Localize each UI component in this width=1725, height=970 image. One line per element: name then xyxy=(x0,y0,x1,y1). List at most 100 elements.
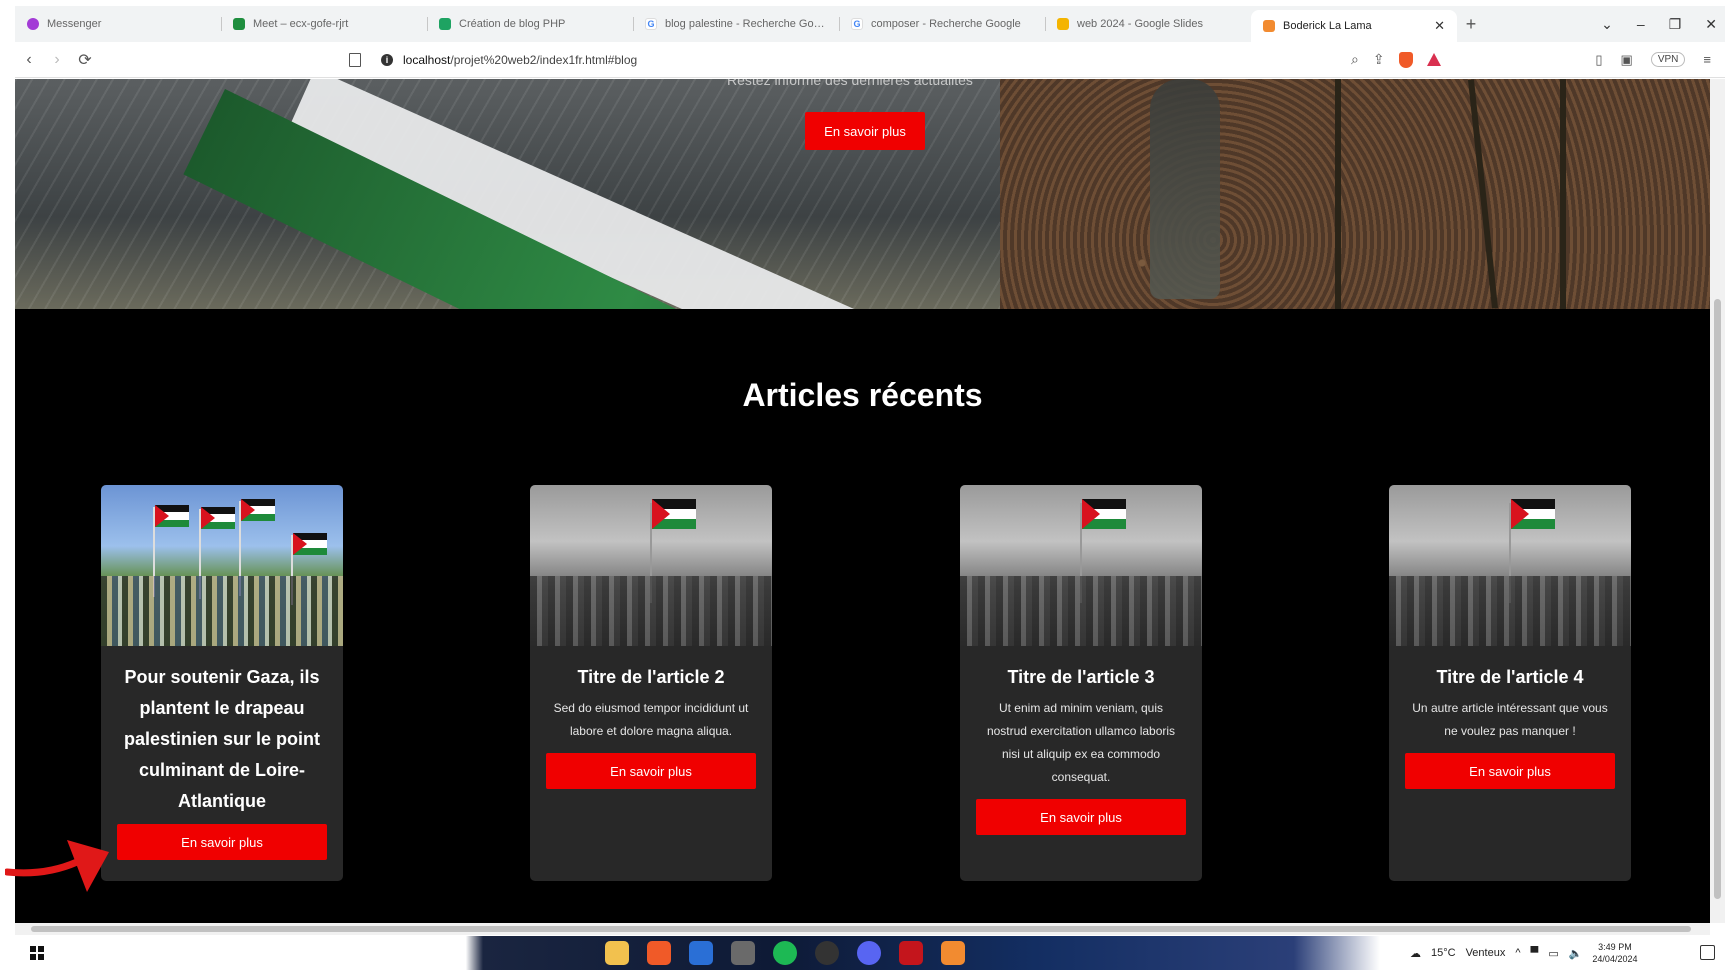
tab-google-slides[interactable]: web 2024 - Google Slides xyxy=(1045,9,1251,39)
network-icon[interactable]: ▀ xyxy=(1531,947,1539,959)
hero-subtitle: Restez informé des dernières actualités xyxy=(727,79,973,88)
reload-icon[interactable]: ⟳ xyxy=(71,50,99,70)
tab-title: Meet – ecx-gofe-rjrt xyxy=(253,18,349,30)
tab-title: composer - Recherche Google xyxy=(871,18,1021,30)
crowd-silhouette xyxy=(960,576,1202,646)
palestine-flag-icon xyxy=(1082,499,1126,529)
weather-icon[interactable]: ☁ xyxy=(1410,947,1421,960)
volume-icon[interactable]: 🔈 xyxy=(1569,947,1583,960)
article-title: Titre de l'article 4 xyxy=(1436,667,1584,687)
article-1-learn-more-button[interactable]: En savoir plus xyxy=(117,824,327,860)
article-image xyxy=(1389,485,1631,646)
address-actions: ⌕ ⇪ xyxy=(1351,51,1441,68)
tray-chevron-icon[interactable]: ^ xyxy=(1515,947,1520,959)
wallet-icon[interactable]: ▣ xyxy=(1621,52,1633,68)
media-player-icon[interactable] xyxy=(815,941,839,965)
palestine-flag-icon xyxy=(201,507,235,529)
restore-button[interactable]: ❐ xyxy=(1669,16,1682,33)
google-icon: G xyxy=(645,18,657,30)
article-3-learn-more-button[interactable]: En savoir plus xyxy=(976,799,1186,835)
tab-messenger[interactable]: Messenger xyxy=(15,9,221,39)
brave-rewards-icon[interactable] xyxy=(1426,53,1441,66)
brave-browser-icon[interactable] xyxy=(647,941,671,965)
tab-search-icon[interactable]: ⌄ xyxy=(1601,16,1613,33)
toolbar-right: ▯ ▣ VPN ≡ xyxy=(1595,52,1725,68)
tab-active-site[interactable]: Boderick La Lama ✕ xyxy=(1251,10,1457,42)
horizontal-scrollbar[interactable] xyxy=(15,923,1710,935)
hero-banner: Restez informé des dernières actualités … xyxy=(15,79,1710,309)
slides-icon xyxy=(1057,18,1069,30)
tab-creation-blog[interactable]: Création de blog PHP xyxy=(427,9,633,39)
site-info-icon[interactable]: i xyxy=(381,53,393,66)
new-tab-button[interactable]: + xyxy=(1457,14,1485,35)
google-icon: G xyxy=(851,18,863,30)
crowd-silhouette xyxy=(1389,576,1631,646)
vertical-scrollbar[interactable] xyxy=(1710,79,1725,923)
palestine-flag-icon xyxy=(155,505,189,527)
minimize-button[interactable]: – xyxy=(1637,16,1645,32)
windows-start-icon[interactable] xyxy=(30,946,44,960)
taskbar-apps xyxy=(605,941,965,965)
article-image xyxy=(530,485,772,646)
sidebar-icon[interactable]: ▯ xyxy=(1595,52,1602,68)
tab-title: Messenger xyxy=(47,18,102,30)
article-card-4: Titre de l'article 4 Un autre article in… xyxy=(1389,485,1631,881)
store-icon[interactable] xyxy=(689,941,713,965)
messenger-icon xyxy=(27,18,39,30)
hero-image-right xyxy=(1000,79,1710,309)
clock-time: 3:49 PM xyxy=(1598,942,1632,952)
vertical-scroll-thumb[interactable] xyxy=(1714,299,1721,899)
window-close-button[interactable]: ✕ xyxy=(1705,16,1717,33)
article-image xyxy=(101,485,343,646)
notification-icon[interactable] xyxy=(1700,945,1715,960)
section-title: Articles récents xyxy=(742,377,983,413)
spotify-icon[interactable] xyxy=(773,941,797,965)
page-viewport: Restez informé des dernières actualités … xyxy=(15,79,1710,923)
palestine-flag-icon xyxy=(652,499,696,529)
close-icon[interactable]: ✕ xyxy=(1434,18,1445,34)
tab-meet[interactable]: Meet – ecx-gofe-rjrt xyxy=(221,9,427,39)
discord-icon[interactable] xyxy=(857,941,881,965)
fence-post xyxy=(1560,79,1566,309)
zoom-icon[interactable]: ⌕ xyxy=(1351,51,1359,68)
bookmark-icon[interactable] xyxy=(349,52,361,67)
tab-google-search-composer[interactable]: G composer - Recherche Google xyxy=(839,9,1045,39)
app-orange-icon[interactable] xyxy=(941,941,965,965)
article-title: Pour soutenir Gaza, ils plantent le drap… xyxy=(123,667,321,811)
battery-icon[interactable]: ▭ xyxy=(1548,947,1558,960)
forward-button[interactable]: › xyxy=(43,51,71,69)
tab-google-search-blog[interactable]: G blog palestine - Recherche Google xyxy=(633,9,839,39)
article-card-3: Titre de l'article 3 Ut enim ad minim ve… xyxy=(960,485,1202,881)
system-clock[interactable]: 3:49 PM 24/04/2024 xyxy=(1592,941,1637,965)
weather-desc: Venteux xyxy=(1465,947,1506,959)
meet-icon xyxy=(233,18,245,30)
horizontal-scroll-thumb[interactable] xyxy=(31,926,1691,932)
share-icon[interactable]: ⇪ xyxy=(1373,51,1385,68)
window-controls: ⌄ – ❐ ✕ xyxy=(1601,16,1725,33)
soldier-figure xyxy=(1150,79,1220,299)
app-icon[interactable] xyxy=(731,941,755,965)
palestine-flag-icon xyxy=(241,499,275,521)
hero-learn-more-button[interactable]: En savoir plus xyxy=(805,112,925,150)
system-tray: ☁ 15°C Venteux ^ ▀ ▭ 🔈 3:49 PM 24/04/202… xyxy=(1410,936,1637,970)
crowd-silhouette xyxy=(530,576,772,646)
brave-shield-icon[interactable] xyxy=(1398,51,1413,68)
back-button[interactable]: ‹ xyxy=(15,51,43,69)
sheets-icon xyxy=(439,18,451,30)
url-field[interactable]: i localhost/projet%20web2/index1fr.html#… xyxy=(381,53,1201,67)
article-4-learn-more-button[interactable]: En savoir plus xyxy=(1405,753,1615,789)
article-2-learn-more-button[interactable]: En savoir plus xyxy=(546,753,756,789)
browser-tab-bar: Messenger Meet – ecx-gofe-rjrt Création … xyxy=(15,6,1725,42)
file-explorer-icon[interactable] xyxy=(605,941,629,965)
article-excerpt: Un autre article intéressant que vous ne… xyxy=(1412,701,1608,738)
vpn-button[interactable]: VPN xyxy=(1650,52,1686,67)
os-taskbar: ☁ 15°C Venteux ^ ▀ ▭ 🔈 3:49 PM 24/04/202… xyxy=(0,936,1725,970)
clock-date: 24/04/2024 xyxy=(1592,954,1638,964)
article-image xyxy=(960,485,1202,646)
article-excerpt: Sed do eiusmod tempor incididunt ut labo… xyxy=(553,701,749,738)
app-red-icon[interactable] xyxy=(899,941,923,965)
tab-title: web 2024 - Google Slides xyxy=(1077,18,1203,30)
menu-icon[interactable]: ≡ xyxy=(1703,52,1711,67)
tab-title: blog palestine - Recherche Google xyxy=(665,18,827,30)
fence-post xyxy=(1335,79,1341,309)
